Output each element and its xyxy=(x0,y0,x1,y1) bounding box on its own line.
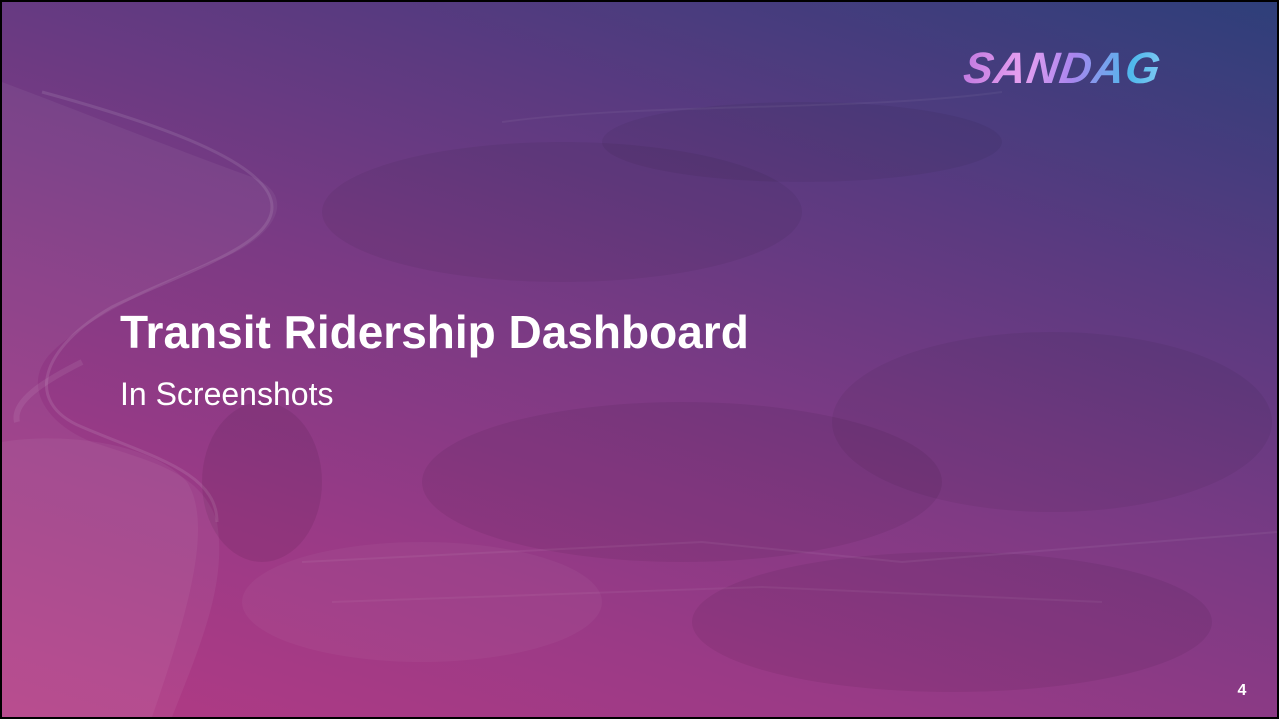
slide-subtitle: In Screenshots xyxy=(120,376,334,412)
logo-text: SANDAG xyxy=(960,44,1165,93)
slide-title: Transit Ridership Dashboard xyxy=(120,306,749,358)
slide: SANDAG Transit Ridership Dashboard In Sc… xyxy=(2,2,1277,717)
page-number: 4 xyxy=(1237,682,1247,699)
sandag-logo: SANDAG xyxy=(961,44,1222,94)
